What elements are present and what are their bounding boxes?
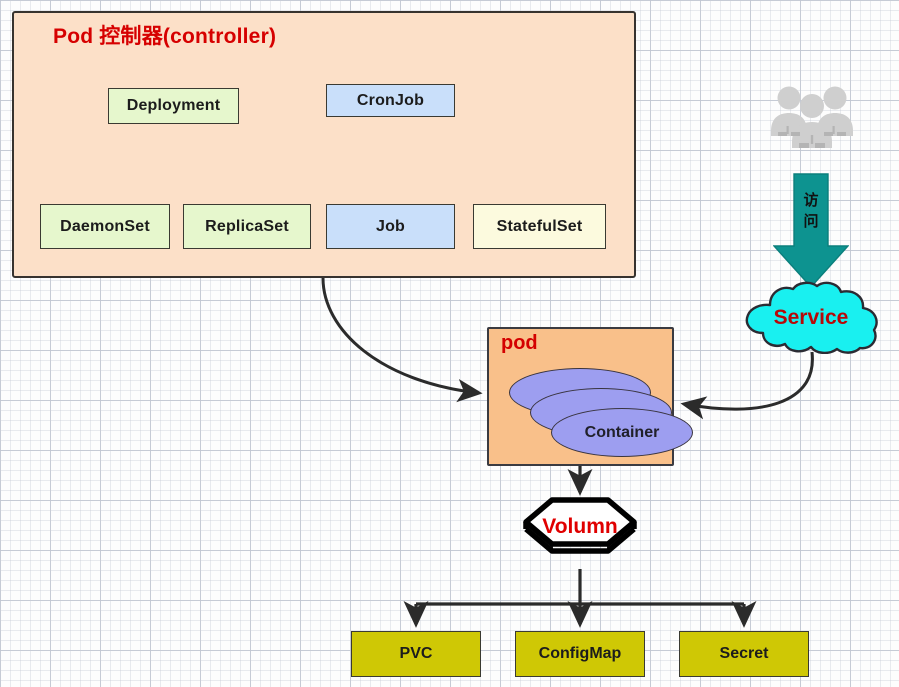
diagram-canvas: Pod 控制器(controller) Deployment CronJob D… — [0, 0, 899, 687]
service-label: Service — [773, 305, 849, 329]
node-daemonset[interactable]: DaemonSet — [40, 204, 170, 249]
node-deployment[interactable]: Deployment — [108, 88, 239, 124]
node-secret[interactable]: Secret — [679, 631, 809, 677]
pod-controller-title: Pod 控制器(controller) — [53, 25, 277, 48]
node-replicaset[interactable]: ReplicaSet — [183, 204, 311, 249]
node-cronjob[interactable]: CronJob — [326, 84, 455, 117]
edge-service-pod — [680, 351, 814, 420]
node-pvc[interactable]: PVC — [351, 631, 481, 677]
access-arrow-label: 访问 — [803, 192, 819, 230]
node-job[interactable]: Job — [326, 204, 455, 249]
pod-label: pod — [501, 332, 538, 354]
edge-controller-pod — [321, 277, 483, 403]
users-group-icon — [771, 86, 853, 148]
volumn-label: Volumn — [542, 515, 618, 538]
container-label: Container — [584, 423, 660, 441]
edge-volumn-storage — [403, 569, 757, 628]
node-configmap[interactable]: ConfigMap — [515, 631, 645, 677]
node-statefulset[interactable]: StatefulSet — [473, 204, 606, 249]
